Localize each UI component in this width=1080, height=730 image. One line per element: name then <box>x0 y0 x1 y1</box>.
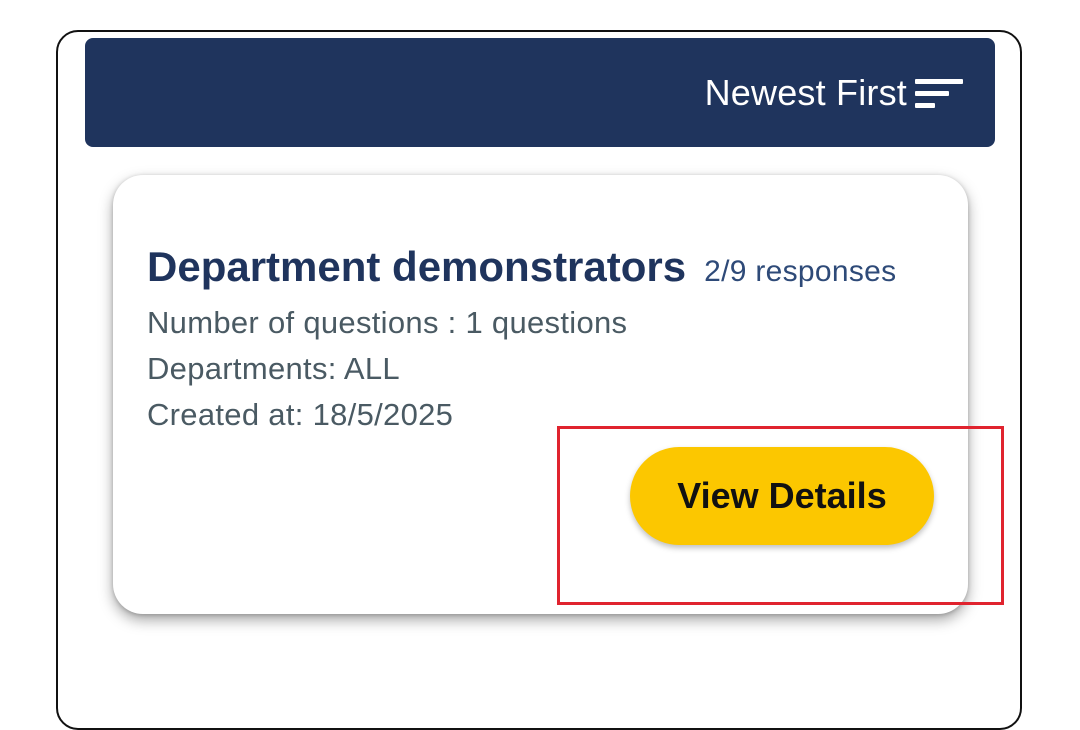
created-at-label: Created at: 18/5/2025 <box>147 397 454 432</box>
departments-label: Departments: ALL <box>147 351 400 386</box>
view-details-button[interactable]: View Details <box>630 447 934 545</box>
question-count: Number of questions : 1 questions <box>147 305 628 340</box>
sort-lines-icon[interactable] <box>913 75 965 111</box>
sort-label[interactable]: Newest First <box>705 72 907 114</box>
survey-title: Department demonstrators <box>147 243 687 290</box>
response-count: 2/9 responses <box>704 255 897 288</box>
survey-card: Department demonstrators 2/9 responses N… <box>113 175 968 614</box>
header-bar: Newest First <box>85 38 995 147</box>
sort-control[interactable]: Newest First <box>705 72 965 114</box>
survey-title-row: Department demonstrators 2/9 responses <box>147 243 896 291</box>
